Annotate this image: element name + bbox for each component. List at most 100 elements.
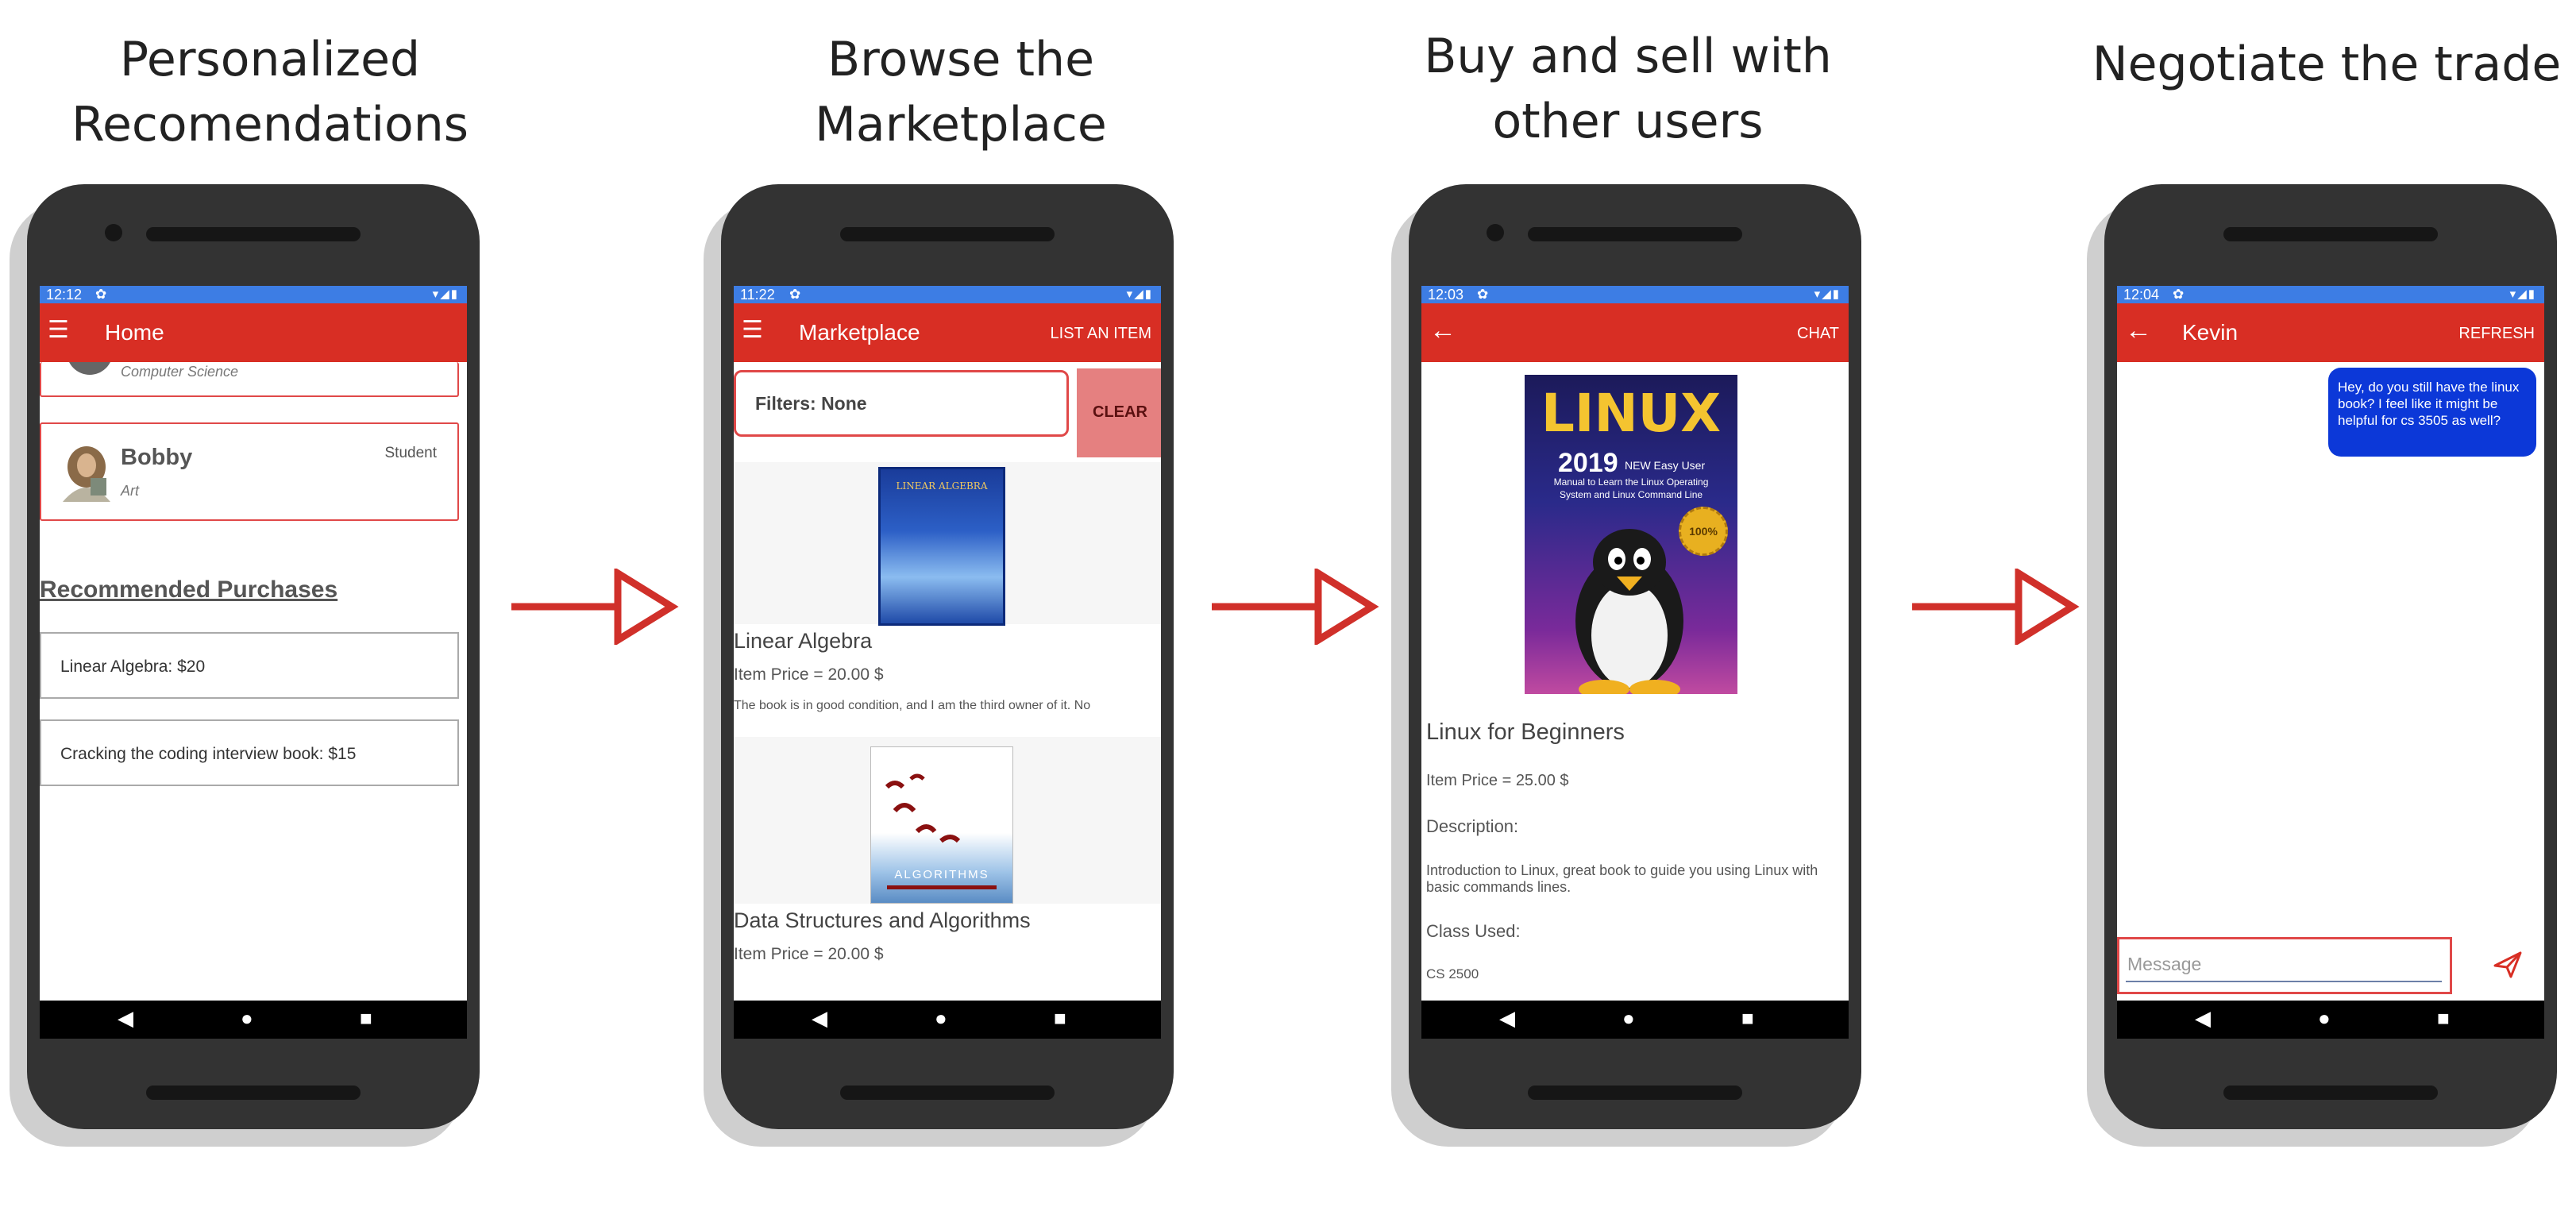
screen-item-detail: 12:03 ✿ ▾◢▮ ← CHAT LINUX 2019 NEW Easy U…	[1421, 286, 1849, 1039]
phone-chat: 12:04 ✿ ▾◢▮ ← Kevin REFRESH Hey, do you …	[2104, 184, 2557, 1129]
gear-icon: ✿	[2173, 287, 2185, 302]
android-nav-bar: ◀ ● ■	[2117, 1001, 2544, 1039]
status-time: 11:22	[740, 287, 775, 303]
nav-back-icon[interactable]: ◀	[2195, 1005, 2211, 1031]
user-card[interactable]: Bobby Student Art	[40, 422, 459, 521]
nav-home-icon[interactable]: ●	[1622, 1005, 1635, 1031]
nav-home-icon[interactable]: ●	[2318, 1005, 2331, 1031]
cover-art	[885, 773, 961, 843]
caption-line: Negotiate the trade	[2092, 37, 2562, 92]
listing-price: Item Price = 20.00 $	[734, 665, 884, 684]
listing-title[interactable]: Data Structures and Algorithms	[734, 908, 1031, 933]
caption-line: Buy and sell with	[1424, 29, 1832, 84]
user-name: Bobby	[121, 445, 193, 470]
item-price: Item Price = 25.00 $	[1426, 772, 1569, 789]
clear-label: CLEAR	[1093, 403, 1147, 421]
caption-recommendations: Personalized Recomendations	[16, 27, 524, 157]
class-used-label: Class Used:	[1426, 921, 1521, 941]
user-card-partial[interactable]: Computer Science	[40, 346, 459, 397]
caption-line: Browse the Marketplace	[815, 32, 1107, 152]
listing-title[interactable]: Linear Algebra	[734, 629, 872, 654]
phone-item-detail: 12:03 ✿ ▾◢▮ ← CHAT LINUX 2019 NEW Easy U…	[1409, 184, 1861, 1129]
message-placeholder: Message	[2127, 954, 2202, 974]
back-arrow-icon[interactable]: ←	[1429, 314, 1456, 346]
front-camera	[1487, 224, 1504, 241]
user-role: Student	[384, 445, 438, 461]
chat-message-bubble: Hey, do you still have the linux book? I…	[2328, 368, 2536, 457]
caption-negotiate: Negotiate the trade	[2065, 32, 2576, 97]
screen-title: Marketplace	[799, 320, 920, 345]
bottom-speaker	[840, 1086, 1055, 1100]
chat-message-text: Hey, do you still have the linux book? I…	[2338, 380, 2520, 428]
app-bar: ☰ Home	[40, 303, 467, 362]
bottom-speaker	[1528, 1086, 1742, 1100]
listing-image-frame[interactable]: ALGORITHMS	[734, 737, 1161, 904]
nav-back-icon[interactable]: ◀	[1499, 1005, 1515, 1031]
message-input[interactable]: Message	[2117, 937, 2452, 994]
recommendation-item[interactable]: Linear Algebra: $20	[40, 632, 459, 699]
cover-band	[887, 885, 997, 889]
section-title: Recommended Purchases	[40, 577, 338, 603]
flow-arrow-1	[511, 569, 679, 645]
nav-recents-icon[interactable]: ■	[2437, 1005, 2450, 1031]
signal-battery-icon: ▾◢▮	[432, 287, 459, 301]
avatar	[63, 446, 110, 502]
user-major: Computer Science	[121, 364, 239, 380]
earpiece-speaker	[1528, 227, 1742, 241]
phone-home: 12:12 ✿ ▾◢▮ Computer Science Bobby Stude…	[27, 184, 480, 1129]
filters-field[interactable]: Filters: None	[734, 370, 1069, 437]
screen-title: Home	[105, 320, 164, 345]
nav-home-icon[interactable]: ●	[241, 1005, 253, 1031]
gear-icon: ✿	[1477, 287, 1489, 302]
send-icon[interactable]	[2492, 950, 2524, 980]
status-bar: 12:04 ✿ ▾◢▮	[2117, 286, 2544, 303]
cover-word: LINUX	[1541, 383, 1722, 444]
recommendation-label: Linear Algebra: $20	[60, 657, 206, 676]
caption-line: Personalized	[119, 32, 421, 87]
nav-recents-icon[interactable]: ■	[1741, 1005, 1754, 1031]
bottom-speaker	[2223, 1086, 2438, 1100]
signal-battery-icon: ▾◢▮	[2509, 287, 2536, 301]
refresh-button[interactable]: REFRESH	[2458, 324, 2535, 343]
phone-marketplace: 11:22 ✿ ▾◢▮ ☰ Marketplace LIST AN ITEM F…	[721, 184, 1174, 1129]
cover-year: 2019	[1558, 448, 1618, 478]
cover-title: ALGORITHMS	[894, 868, 989, 881]
listing-image-frame[interactable]: LINEAR ALGEBRA	[734, 462, 1161, 626]
status-bar: 12:03 ✿ ▾◢▮	[1421, 286, 1849, 303]
cover-title: LINEAR ALGEBRA	[896, 480, 988, 492]
chat-partner-name: Kevin	[2182, 320, 2239, 345]
nav-recents-icon[interactable]: ■	[360, 1005, 372, 1031]
user-major: Art	[121, 483, 140, 499]
menu-icon[interactable]: ☰	[742, 316, 763, 345]
screen-home: 12:12 ✿ ▾◢▮ Computer Science Bobby Stude…	[40, 286, 467, 1039]
status-time: 12:03	[1428, 287, 1464, 303]
cover-tag: NEW Easy User	[1625, 459, 1706, 472]
status-bar: 11:22 ✿ ▾◢▮	[734, 286, 1161, 303]
front-camera	[105, 224, 122, 241]
flow-arrow-2	[1212, 569, 1379, 645]
nav-recents-icon[interactable]: ■	[1054, 1005, 1066, 1031]
recommendation-item[interactable]: Cracking the coding interview book: $15	[40, 719, 459, 786]
nav-back-icon[interactable]: ◀	[118, 1005, 133, 1031]
earpiece-speaker	[840, 227, 1055, 241]
android-nav-bar: ◀ ● ■	[1421, 1001, 1849, 1039]
back-arrow-icon[interactable]: ←	[2125, 314, 2152, 346]
caption-marketplace: Browse the Marketplace	[683, 27, 1239, 157]
gear-icon: ✿	[95, 287, 107, 302]
app-bar: ← Kevin REFRESH	[2117, 303, 2544, 362]
flow-arrow-3	[1912, 569, 2080, 645]
nav-home-icon[interactable]: ●	[935, 1005, 947, 1031]
bottom-speaker	[146, 1086, 361, 1100]
book-cover-linux: LINUX 2019 NEW Easy User Manual to Learn…	[1525, 375, 1737, 694]
description-label: Description:	[1426, 816, 1519, 836]
clear-filters-button[interactable]: CLEAR	[1077, 368, 1161, 457]
recommendation-label: Cracking the coding interview book: $15	[60, 745, 357, 763]
menu-icon[interactable]: ☰	[48, 316, 69, 345]
listing-description: The book is in good condition, and I am …	[734, 699, 1091, 712]
list-item-button[interactable]: LIST AN ITEM	[1051, 324, 1151, 343]
penguin-illustration	[1575, 529, 1683, 694]
nav-back-icon[interactable]: ◀	[812, 1005, 827, 1031]
earpiece-speaker	[146, 227, 361, 241]
chat-button[interactable]: CHAT	[1797, 324, 1839, 343]
book-cover-algorithms: ALGORITHMS	[870, 746, 1013, 904]
